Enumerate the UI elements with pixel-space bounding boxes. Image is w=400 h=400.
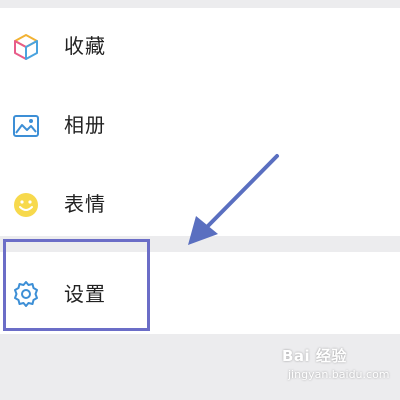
pointer-arrow	[188, 154, 279, 245]
watermark: Bai 经验 jingyan.baidu.com	[282, 345, 392, 390]
watermark-url: jingyan.baidu.com	[288, 368, 390, 381]
watermark-brand: Bai 经验	[282, 347, 347, 365]
menu-item-label: 相册	[64, 113, 106, 137]
image-icon	[13, 115, 39, 137]
menu-item-label: 表情	[64, 192, 106, 216]
smiley-icon	[14, 193, 38, 217]
settings-highlight-box	[3, 239, 150, 331]
menu-item-label: 收藏	[64, 34, 106, 58]
top-strip	[0, 0, 400, 8]
menu-item-favorites[interactable]: 收藏	[0, 10, 400, 82]
cube-icon	[14, 34, 38, 60]
